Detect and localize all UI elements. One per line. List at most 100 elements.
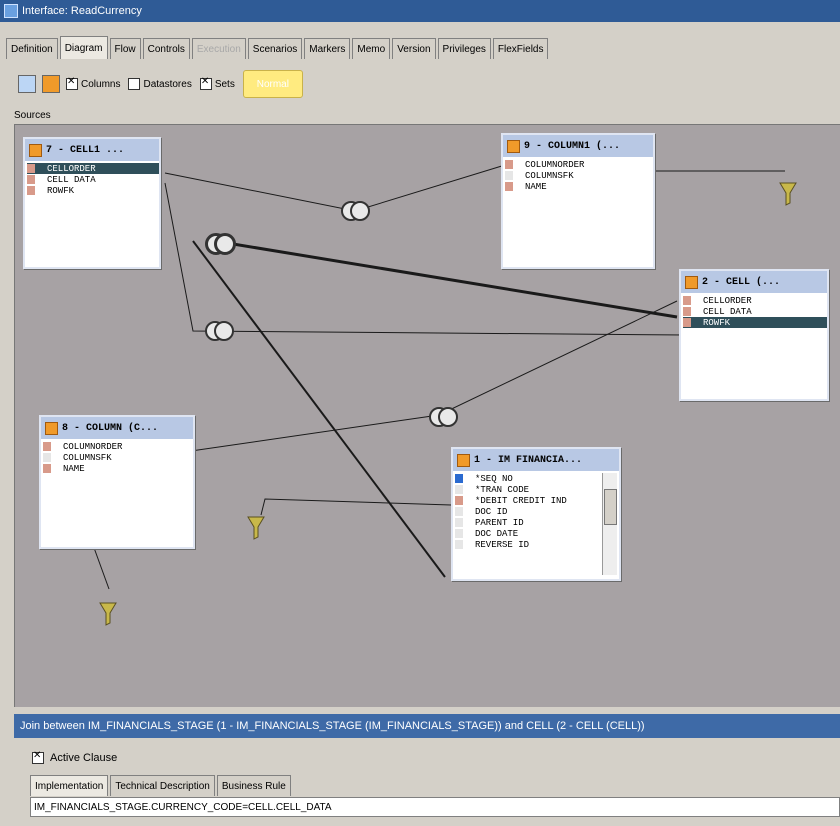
box-title: 1 - IM FINANCIA... [474,454,583,466]
normal-button[interactable]: Normal [242,70,303,98]
tab-definition[interactable]: Definition [6,38,58,59]
column-name: *DEBIT CREDIT IND [475,495,567,506]
column-row[interactable]: CELL DATA [27,174,159,185]
tab-execution[interactable]: Execution [191,38,246,59]
datastore-icon [29,143,42,157]
column-name: REVERSE ID [475,539,530,550]
column-row[interactable]: PARENT ID [455,517,619,528]
column-name: COLUMNORDER [525,159,585,170]
tab-controls[interactable]: Controls [142,38,190,59]
diagram-canvas[interactable]: 7 - CELL1 ... CELLORDER CELL DATA ROWFK … [14,124,840,707]
datastores-label: Datastores [143,78,192,90]
column-row[interactable]: DOC DATE [455,528,619,539]
columns-checkbox[interactable] [66,76,78,90]
join-icon[interactable] [341,201,370,221]
diagram-toolbar: Columns Datastores Sets Normal [18,70,358,98]
column-name: ROWFK [703,317,731,328]
join-line-main-lens [192,240,446,578]
join-title-bar: Join between IM_FINANCIALS_STAGE (1 - IM… [14,714,840,738]
join-icon[interactable] [429,407,458,427]
datastore-box-column1[interactable]: 9 - COLUMN1 (... COLUMNORDER COLUMNSFK N… [501,133,655,269]
sets-label: Sets [214,78,235,90]
box-scrollbar[interactable] [602,473,617,575]
column-row[interactable]: NAME [43,463,193,474]
box-title: 8 - COLUMN (C... [62,422,159,434]
column-row[interactable]: CELLORDER [683,295,827,306]
column-row[interactable]: ROWFK [27,185,159,196]
filter-icon[interactable] [99,601,117,627]
join-tabs: Implementation Technical Description Bus… [30,775,293,796]
column-name: *TRAN CODE [475,484,530,495]
column-row[interactable]: REVERSE ID [455,539,619,550]
filter-icon[interactable] [779,181,797,207]
datastore-box-cell[interactable]: 2 - CELL (... CELLORDER CELL DATA ROWFK [679,269,829,401]
column-name: COLUMNSFK [525,170,574,181]
active-clause-label: Active Clause [50,752,118,764]
datastore-icon[interactable] [42,75,60,93]
sets-checkbox[interactable] [199,76,212,90]
column-name: *SEQ NO [475,473,513,484]
column-name: NAME [525,181,547,192]
column-name: COLUMNORDER [63,441,123,452]
sources-label: Sources [14,110,51,121]
scrollbar-thumb[interactable] [604,489,617,525]
interface-icon [4,4,18,18]
datastore-icon [685,275,698,289]
column-name: CELL DATA [47,174,96,185]
join-line-column-cell [190,300,678,452]
datastores-checkbox[interactable] [128,78,141,90]
tab-flow[interactable]: Flow [109,38,141,59]
columns-label: Columns [81,78,121,90]
column-row[interactable]: COLUMNORDER [505,159,653,170]
tab-implementation[interactable]: Implementation [30,775,109,796]
join-line-column-filter [92,544,110,590]
datastore-box-column[interactable]: 8 - COLUMN (C... COLUMNORDER COLUMNSFK N… [39,415,195,549]
column-row[interactable]: CELL DATA [683,306,827,317]
tab-scenarios[interactable]: Scenarios [247,38,303,59]
active-clause: Active Clause [32,750,118,764]
column-name: COLUMNSFK [63,452,112,463]
diagram-icon[interactable] [18,75,36,93]
box-title: 7 - CELL1 ... [46,144,125,156]
column-name: CELLORDER [703,295,752,306]
join-icon[interactable] [205,321,234,341]
tab-technical-description[interactable]: Technical Description [110,775,215,796]
column-row[interactable]: *SEQ NO [455,473,619,484]
column-row[interactable]: CELLORDER [27,163,159,174]
filter-icon[interactable] [247,515,265,541]
column-row[interactable]: COLUMNSFK [505,170,653,181]
tab-diagram[interactable]: Diagram [59,36,108,59]
tab-flexfields[interactable]: FlexFields [492,38,549,59]
join-line-cell1-column1 [164,164,506,212]
column-row[interactable]: COLUMNSFK [43,452,193,463]
datastore-icon [45,421,58,435]
column-row[interactable]: *DEBIT CREDIT IND [455,495,619,506]
key-icon [455,474,463,483]
tab-privileges[interactable]: Privileges [437,38,491,59]
column-row[interactable]: DOC ID [455,506,619,517]
datastore-icon [507,139,520,153]
box-title: 9 - COLUMN1 (... [524,140,621,152]
window-title: Interface: ReadCurrency [22,5,142,17]
column-name: NAME [63,463,85,474]
join-line-filter-imfin [260,498,452,516]
column-name: CELL DATA [703,306,752,317]
column-row[interactable]: NAME [505,181,653,192]
datastore-box-im-financials[interactable]: 1 - IM FINANCIA... *SEQ NO *TRAN CODE *D… [451,447,621,581]
column-name: PARENT ID [475,517,524,528]
join-expression-field[interactable]: IM_FINANCIALS_STAGE.CURRENCY_CODE=CELL.C… [30,797,840,817]
column-row[interactable]: *TRAN CODE [455,484,619,495]
datastore-icon [457,453,470,467]
datastore-box-cell1[interactable]: 7 - CELL1 ... CELLORDER CELL DATA ROWFK [23,137,161,269]
tab-business-rule[interactable]: Business Rule [216,775,291,796]
tab-memo[interactable]: Memo [352,38,391,59]
column-name: ROWFK [47,185,75,196]
column-name: DOC ID [475,506,508,517]
column-row[interactable]: COLUMNORDER [43,441,193,452]
join-icon[interactable] [205,233,236,255]
column-name: CELLORDER [47,163,96,174]
tab-version[interactable]: Version [392,38,436,59]
column-row[interactable]: ROWFK [683,317,827,328]
tab-markers[interactable]: Markers [304,38,351,59]
active-clause-checkbox[interactable] [32,750,44,764]
